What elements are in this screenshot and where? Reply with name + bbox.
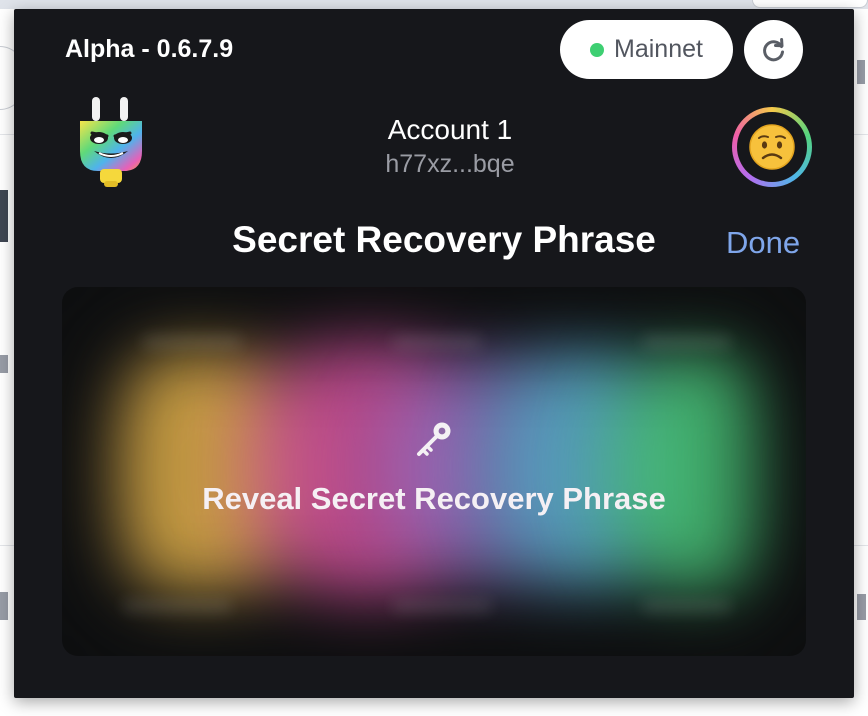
- reveal-phrase-card[interactable]: Reveal Secret Recovery Phrase: [62, 287, 806, 656]
- wallet-popup: Alpha - 0.6.7.9 Mainnet Account 1 h77xz.…: [14, 9, 854, 698]
- blurred-phrase-word: [392, 599, 492, 613]
- blurred-phrase-word: [142, 335, 242, 349]
- page-title: Secret Recovery Phrase: [232, 219, 656, 260]
- background-text-fragment: [857, 594, 866, 620]
- plug-logo-icon: [80, 97, 142, 187]
- network-selector-button[interactable]: Mainnet: [560, 20, 733, 79]
- network-label: Mainnet: [614, 35, 703, 63]
- background-divider: [854, 134, 868, 135]
- background-divider: [854, 545, 868, 546]
- network-status-dot: [590, 42, 605, 57]
- account-address[interactable]: h77xz...bqe: [300, 150, 600, 179]
- app-version: Alpha - 0.6.7.9: [65, 35, 234, 63]
- browser-tab-shape: [752, 0, 868, 8]
- account-name: Account 1: [387, 114, 513, 145]
- blurred-phrase-word: [122, 599, 232, 613]
- avatar: [737, 112, 807, 182]
- refresh-icon: [762, 37, 784, 61]
- reveal-phrase-label: Reveal Secret Recovery Phrase: [202, 481, 666, 516]
- background-divider: [0, 134, 14, 135]
- blurred-phrase-word: [642, 599, 732, 613]
- background-divider: [0, 545, 14, 546]
- background-text-fragment: [0, 355, 8, 373]
- browser-top-bar: [0, 0, 868, 9]
- key-icon: [417, 422, 451, 456]
- background-text-fragment: [0, 592, 8, 620]
- background-text-fragment: [0, 190, 8, 242]
- blurred-phrase-word: [392, 335, 482, 349]
- blurred-phrase-word: [642, 335, 732, 349]
- account-avatar-button[interactable]: [732, 107, 812, 187]
- done-button[interactable]: Done: [726, 225, 800, 261]
- background-text-fragment: [857, 60, 865, 84]
- worried-face-icon: [749, 124, 795, 170]
- refresh-button[interactable]: [744, 20, 803, 79]
